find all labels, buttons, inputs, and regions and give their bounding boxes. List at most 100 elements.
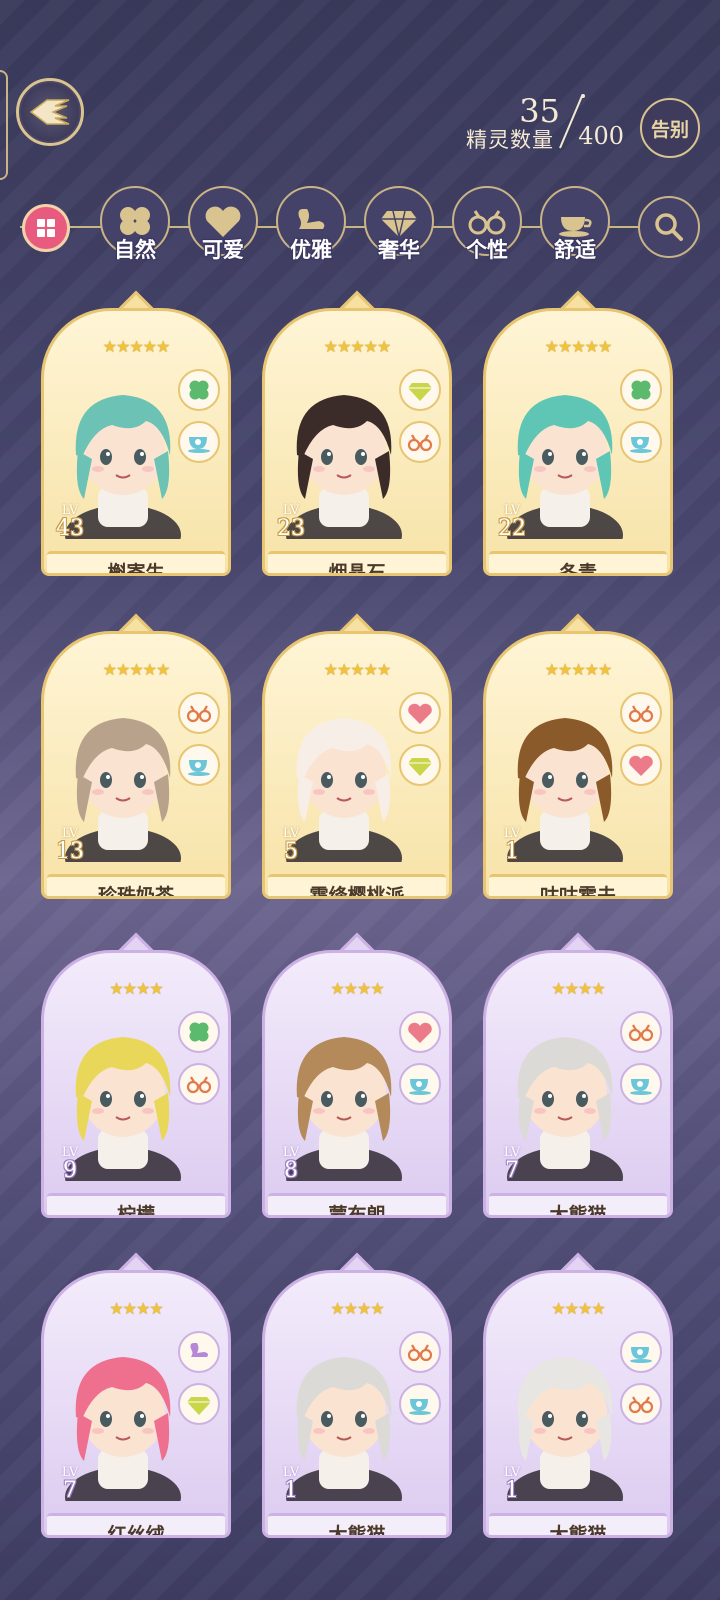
rarity-stars: ★★★★★	[544, 660, 613, 679]
filter-personality-label: 个性	[466, 238, 508, 262]
filter-all-button[interactable]	[22, 204, 70, 252]
spirit-name: 霜绛樱桃派	[268, 874, 446, 896]
spirit-card[interactable]: ★★★★	[41, 932, 231, 1222]
card-frame: ★★★★★	[483, 631, 673, 899]
farewell-button[interactable]: 告别	[640, 98, 700, 158]
heart-icon	[629, 755, 653, 776]
heart-attribute-badge	[399, 692, 441, 734]
level-number: 1	[505, 1478, 519, 1503]
teacup-icon	[630, 1347, 652, 1363]
spirit-card[interactable]: ★★★★★	[262, 613, 452, 903]
spirit-card[interactable]: ★★★★	[483, 1252, 673, 1542]
teacup-attribute-badge	[620, 1331, 662, 1373]
wing-back-icon	[29, 99, 70, 125]
level-badge: LV 8	[269, 1145, 313, 1182]
glasses-attribute-badge	[620, 1011, 662, 1053]
spirit-name: 烟晶石	[268, 551, 446, 573]
spirit-card[interactable]: ★★★★★	[41, 290, 231, 580]
level-badge: LV 1	[490, 1465, 534, 1502]
filter-personality[interactable]: 个性	[450, 186, 524, 276]
spirit-name: 珍珠奶茶	[47, 874, 225, 896]
glasses-icon	[186, 1076, 212, 1094]
glasses-attribute-badge	[620, 1383, 662, 1425]
filter-comfort[interactable]: 舒适	[538, 186, 612, 276]
clover-attribute-badge	[178, 1011, 220, 1053]
glasses-icon	[407, 434, 433, 452]
level-number: 8	[284, 1158, 298, 1183]
card-frame: ★★★★	[41, 950, 231, 1218]
spirit-card[interactable]: ★★★★	[262, 932, 452, 1222]
level-number: 43	[56, 516, 84, 541]
rarity-stars: ★★★★★	[544, 337, 613, 356]
spirit-card[interactable]: ★★★★	[262, 1252, 452, 1542]
filter-luxury-label: 奢华	[378, 238, 420, 262]
heart-attribute-badge	[620, 744, 662, 786]
filter-cute-label: 可爱	[202, 238, 244, 262]
filter-cute[interactable]: 可爱	[186, 186, 260, 276]
spirit-count-label: 精灵数量	[466, 128, 554, 152]
spirit-card[interactable]: ★★★★★	[483, 613, 673, 903]
card-frame: ★★★★	[41, 1270, 231, 1538]
clover-attribute-badge	[620, 369, 662, 411]
card-frame: ★★★★★	[41, 308, 231, 576]
glasses-attribute-badge	[178, 692, 220, 734]
teacup-icon	[188, 760, 210, 776]
card-frame: ★★★★	[262, 1270, 452, 1538]
glasses-icon	[628, 1396, 654, 1414]
glasses-icon	[628, 1024, 654, 1042]
spirit-card[interactable]: ★★★★★	[262, 290, 452, 580]
level-badge: LV 9	[48, 1145, 92, 1182]
level-badge: LV 7	[490, 1145, 534, 1182]
spirit-card[interactable]: ★★★★★	[483, 290, 673, 580]
swan-attribute-badge	[178, 1331, 220, 1373]
teacup-attribute-badge	[620, 1063, 662, 1105]
level-badge: LV 13	[48, 826, 92, 863]
filter-comfort-label: 舒适	[554, 238, 596, 262]
spirit-name: 咕咕霍夫	[489, 874, 667, 896]
heart-icon	[408, 1022, 432, 1043]
level-number: 22	[498, 516, 526, 541]
glasses-attribute-badge	[620, 692, 662, 734]
clover-attribute-badge	[178, 369, 220, 411]
card-frame: ★★★★★	[262, 308, 452, 576]
level-number: 1	[505, 839, 519, 864]
card-frame: ★★★★	[483, 1270, 673, 1538]
teacup-attribute-badge	[399, 1063, 441, 1105]
spirit-count: 35 400 精灵数量	[444, 92, 624, 162]
side-panel-edge[interactable]	[0, 70, 8, 180]
heart-attribute-badge	[399, 1011, 441, 1053]
spirit-name: 大熊猫	[489, 1513, 667, 1535]
rarity-stars: ★★★★★	[323, 660, 392, 679]
diamond-icon	[408, 383, 432, 401]
rarity-stars: ★★★★	[109, 1299, 163, 1318]
swan-icon	[190, 1343, 208, 1357]
rarity-stars: ★★★★★	[102, 660, 171, 679]
level-number: 7	[505, 1158, 519, 1183]
teacup-attribute-badge	[178, 421, 220, 463]
spirit-card[interactable]: ★★★★	[41, 1252, 231, 1542]
teacup-icon	[630, 437, 652, 453]
spirit-card[interactable]: ★★★★	[483, 932, 673, 1222]
filter-nature[interactable]: 自然	[98, 186, 172, 276]
clover-icon	[189, 1022, 209, 1042]
level-badge: LV 5	[269, 826, 313, 863]
spirit-count-max: 400	[578, 122, 624, 150]
rarity-stars: ★★★★	[330, 979, 384, 998]
level-badge: LV 7	[48, 1465, 92, 1502]
glasses-attribute-badge	[399, 1331, 441, 1373]
level-number: 7	[63, 1478, 77, 1503]
spirit-name: 红丝绒	[47, 1513, 225, 1535]
search-button[interactable]	[638, 196, 700, 258]
filter-luxury[interactable]: 奢华	[362, 186, 436, 276]
gift-grid-icon	[37, 219, 55, 237]
teacup-attribute-badge	[620, 421, 662, 463]
teacup-attribute-badge	[178, 744, 220, 786]
level-number: 9	[63, 1158, 77, 1183]
glasses-icon	[186, 705, 212, 723]
back-button[interactable]	[16, 78, 84, 146]
rarity-stars: ★★★★★	[323, 337, 392, 356]
rarity-stars: ★★★★★	[102, 337, 171, 356]
spirit-card[interactable]: ★★★★★	[41, 613, 231, 903]
glasses-attribute-badge	[399, 421, 441, 463]
filter-elegant[interactable]: 优雅	[274, 186, 348, 276]
